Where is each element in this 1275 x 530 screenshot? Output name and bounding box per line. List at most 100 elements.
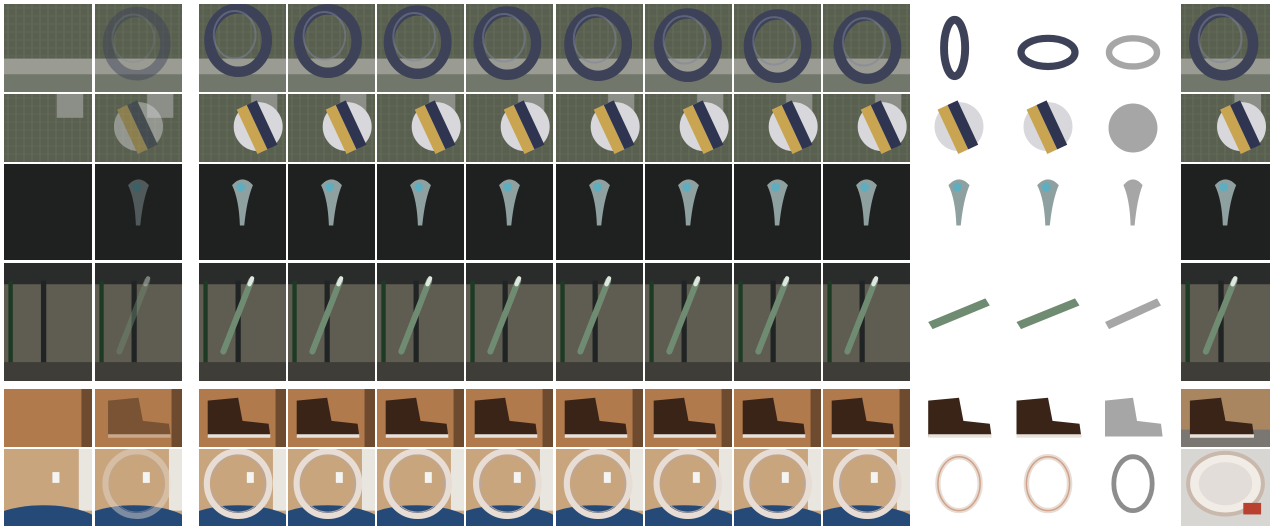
cell-tape-ring-tex [915,449,1003,526]
cell-image [1093,449,1173,526]
cell-image [645,4,732,92]
cell-image [466,263,553,381]
cell-teardrop-blob-input [4,164,92,260]
pavement [4,58,92,75]
cell-image [377,389,464,447]
cell-teardrop-blob-ref [1181,164,1270,260]
cell-image [1093,94,1173,162]
cell-boot-frame [199,389,286,447]
cell-image [556,4,643,92]
light-switch [513,472,521,483]
cell-image [95,449,182,526]
cell-boot-frame [823,389,910,447]
cell-striped-ball-tex [1003,94,1093,162]
door-frame [450,449,464,511]
floor [734,362,821,381]
floor [466,362,553,381]
cell-image [95,94,182,162]
cell-striped-ball-frame [734,94,821,162]
light-switch [692,472,700,483]
figure-canvas [0,0,1275,530]
cell-image [734,94,821,162]
cell-teardrop-blob-frame [199,164,286,260]
cell-image [645,449,732,526]
cell-image [199,94,286,162]
cell-image [288,4,375,92]
background [1003,449,1093,526]
cell-green-stick-ref [1181,263,1270,381]
cell-torus-ring-frame [466,4,553,92]
cell-image [1003,449,1093,526]
tape-roll-inner [1198,462,1253,506]
cell-teardrop-blob-tex [915,164,1003,260]
door-frame [542,389,553,447]
cell-boot-frame [288,389,375,447]
light-switch [142,472,150,483]
door-frame [364,389,375,447]
striped-ball [857,100,907,154]
cell-image [288,389,375,447]
cell-image [556,94,643,162]
table-top [734,263,821,285]
background [4,389,92,447]
cell-teardrop-blob-frame [645,164,732,260]
cell-teardrop-blob-shape [1093,164,1173,260]
cell-image [466,389,553,447]
table-top [466,263,553,285]
striped-ball [934,100,984,154]
cell-image [1003,164,1093,260]
cell-image [823,263,910,381]
cell-striped-ball-tex [915,94,1003,162]
background [4,164,92,260]
cell-torus-ring-frame [734,4,821,92]
cell-tape-ring-frame [288,449,375,526]
cell-green-stick-frame [734,263,821,381]
cell-tape-ring-shape [1093,449,1173,526]
door-frame [899,389,910,447]
cell-teardrop-blob-frame [556,164,643,260]
cell-tape-ring-input [95,449,182,526]
cell-boot-shape [1093,389,1173,447]
cell-striped-ball-frame [199,94,286,162]
cell-image [823,94,910,162]
cell-image [288,263,375,381]
striped-ball [322,100,372,154]
cell-image [823,4,910,92]
cell-image [466,449,553,526]
cell-image [199,263,286,381]
door-frame [721,389,732,447]
table-top [377,263,464,285]
table-top [645,263,732,285]
cell-striped-ball-shape [1093,94,1173,162]
cell-image [199,449,286,526]
cell-image [4,263,92,381]
cell-image [915,164,1003,260]
cell-striped-ball-frame [823,94,910,162]
cell-teardrop-blob-input [95,164,182,260]
door-frame [81,389,92,447]
cell-green-stick-frame [466,263,553,381]
table-top [288,263,375,285]
floor [4,362,92,381]
cell-green-stick-frame [645,263,732,381]
door-frame [632,389,643,447]
cell-image [377,263,464,381]
cell-image [734,164,821,260]
table-top [4,263,92,285]
striped-ball [500,100,550,154]
door-frame [361,449,375,511]
cell-green-stick-frame [823,263,910,381]
cell-tape-ring-frame [556,449,643,526]
floor [556,362,643,381]
cell-image [288,449,375,526]
cell-image [734,449,821,526]
floor [288,362,375,381]
cell-striped-ball-frame [466,94,553,162]
cell-image [645,263,732,381]
striped-ball [590,100,640,154]
cell-image [377,4,464,92]
cell-image [95,389,182,447]
cell-green-stick-frame [556,263,643,381]
cell-tape-ring-frame [734,449,821,526]
cell-boot-input [95,389,182,447]
